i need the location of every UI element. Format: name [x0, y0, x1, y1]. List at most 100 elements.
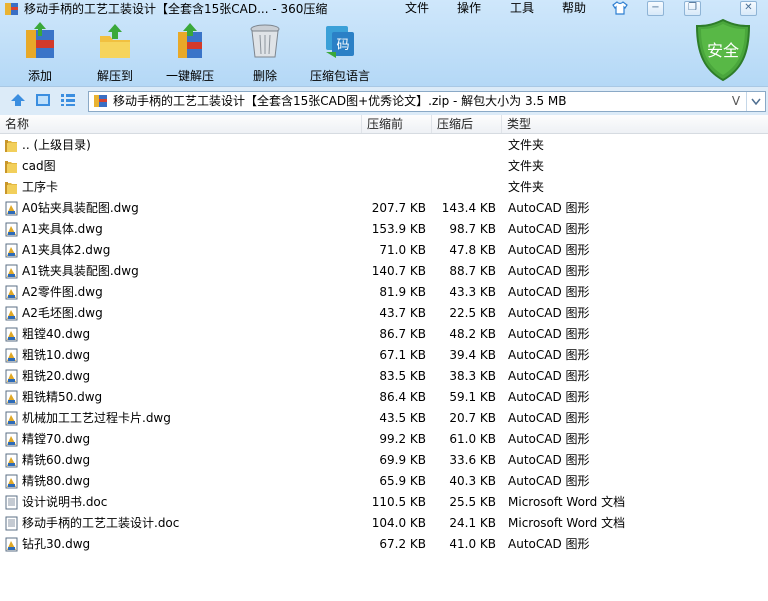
menu-operation[interactable]: 操作 [457, 0, 481, 16]
list-view-icon[interactable] [60, 93, 76, 107]
file-type: AutoCAD 图形 [508, 348, 590, 362]
file-row[interactable]: A0钻夹具装配图.dwg 207.7 KB 143.4 KB AutoCAD 图形 [0, 198, 768, 219]
up-arrow-icon[interactable] [10, 93, 26, 107]
menu-help[interactable]: 帮助 [562, 0, 586, 16]
file-list-header: 名称 压缩前 压缩后 类型 [0, 115, 768, 134]
file-row[interactable]: 钻孔30.dwg 67.2 KB 41.0 KB AutoCAD 图形 [0, 534, 768, 555]
file-name: A1夹具体.dwg [22, 222, 103, 236]
file-name: 粗铣10.dwg [22, 348, 91, 362]
file-row[interactable]: 粗镗40.dwg 86.7 KB 48.2 KB AutoCAD 图形 [0, 324, 768, 345]
file-name: .. (上级目录) [22, 138, 91, 152]
shield-label: 安全 [707, 41, 739, 60]
toolbar-extract-to-button[interactable]: 解压到 [93, 22, 137, 83]
file-type: AutoCAD 图形 [508, 369, 590, 383]
chevron-down-icon [751, 98, 761, 105]
toolbar-add-button[interactable]: 添加 [20, 22, 60, 83]
file-row[interactable]: 精铣60.dwg 69.9 KB 33.6 KB AutoCAD 图形 [0, 450, 768, 471]
file-name: 粗铣20.dwg [22, 369, 91, 383]
file-row[interactable]: 设计说明书.doc 110.5 KB 25.5 KB Microsoft Word 文… [0, 492, 768, 513]
toolbar-delete-button[interactable]: 删除 [247, 22, 283, 83]
thumbnail-view-icon[interactable] [35, 93, 51, 107]
minimize-button[interactable]: − [647, 1, 664, 16]
path-field[interactable]: 移动手柄的工艺工装设计【全套含15张CAD图+优秀论文】.zip - 解包大小为… [88, 91, 766, 112]
skin-shirt-icon[interactable] [612, 1, 628, 15]
file-row[interactable]: 移动手柄的工艺工装设计.doc 104.0 KB 24.1 KB Microsoft … [0, 513, 768, 534]
file-list: .. (上级目录) 文件夹 cad图 文件夹 工序卡 文件夹 A0钻夹具装配图.dwg 207… [0, 135, 768, 555]
file-row[interactable]: 工序卡 文件夹 [0, 177, 768, 198]
file-type: AutoCAD 图形 [508, 474, 590, 488]
file-name: 机械加工工艺过程卡片.dwg [22, 411, 171, 425]
file-compressed-size: 43.3 KB [449, 285, 496, 299]
column-header-compressed[interactable]: 压缩后 [432, 115, 502, 133]
file-row[interactable]: A2零件图.dwg 81.9 KB 43.3 KB AutoCAD 图形 [0, 282, 768, 303]
path-v-button[interactable]: V [729, 92, 743, 111]
autocad-file-icon [5, 327, 18, 342]
file-name: 精铣60.dwg [22, 453, 91, 467]
file-row[interactable]: cad图 文件夹 [0, 156, 768, 177]
path-dropdown-button[interactable] [746, 92, 765, 111]
file-type: Microsoft Word 文档 [508, 516, 626, 530]
file-size: 104.0 KB [371, 516, 426, 530]
column-header-size[interactable]: 压缩前 [362, 115, 432, 133]
file-compressed-size: 33.6 KB [449, 453, 496, 467]
file-type: AutoCAD 图形 [508, 285, 590, 299]
autocad-file-icon [5, 537, 18, 552]
file-size: 140.7 KB [371, 264, 426, 278]
file-row[interactable]: 粗铣20.dwg 83.5 KB 38.3 KB AutoCAD 图形 [0, 366, 768, 387]
security-shield-badge[interactable]: 安全 [695, 18, 751, 82]
file-size: 99.2 KB [379, 432, 426, 446]
toolbar-archive-language-button[interactable]: 码 压缩包语言 [309, 22, 371, 83]
column-header-type[interactable]: 类型 [502, 115, 768, 133]
path-text: 移动手柄的工艺工装设计【全套含15张CAD图+优秀论文】.zip - 解包大小为… [113, 94, 567, 108]
file-name: 设计说明书.doc [22, 495, 108, 509]
file-size: 43.7 KB [379, 306, 426, 320]
file-size: 207.7 KB [371, 201, 426, 215]
autocad-file-icon [5, 264, 18, 279]
file-row[interactable]: A1夹具体.dwg 153.9 KB 98.7 KB AutoCAD 图形 [0, 219, 768, 240]
title-toolbar-area: 移动手柄的工艺工装设计【全套含15张CAD... - 360压缩 文件 操作 工… [0, 0, 768, 86]
file-row[interactable]: A1夹具体2.dwg 71.0 KB 47.8 KB AutoCAD 图形 [0, 240, 768, 261]
file-name: 钻孔30.dwg [22, 537, 91, 551]
file-row[interactable]: A2毛坯图.dwg 43.7 KB 22.5 KB AutoCAD 图形 [0, 303, 768, 324]
file-row[interactable]: 精铣80.dwg 65.9 KB 40.3 KB AutoCAD 图形 [0, 471, 768, 492]
menu-file[interactable]: 文件 [405, 0, 429, 16]
extract-to-icon [100, 24, 130, 58]
autocad-file-icon [5, 369, 18, 384]
file-row[interactable]: 粗铣精50.dwg 86.4 KB 59.1 KB AutoCAD 图形 [0, 387, 768, 408]
autocad-file-icon [5, 306, 18, 321]
add-archive-icon [26, 22, 54, 58]
file-compressed-size: 98.7 KB [449, 222, 496, 236]
file-type: 文件夹 [508, 159, 545, 173]
file-type: 文件夹 [508, 138, 545, 152]
close-button[interactable]: ✕ [740, 1, 757, 16]
file-row[interactable]: 粗铣10.dwg 67.1 KB 39.4 KB AutoCAD 图形 [0, 345, 768, 366]
file-type: AutoCAD 图形 [508, 390, 590, 404]
file-type: AutoCAD 图形 [508, 327, 590, 341]
menu-tools[interactable]: 工具 [510, 0, 534, 16]
file-compressed-size: 59.1 KB [449, 390, 496, 404]
file-type: AutoCAD 图形 [508, 411, 590, 425]
file-row[interactable]: .. (上级目录) 文件夹 [0, 135, 768, 156]
file-compressed-size: 41.0 KB [449, 537, 496, 551]
autocad-file-icon [5, 474, 18, 489]
delete-trash-icon [250, 24, 280, 58]
archive-app-icon [5, 3, 18, 15]
toolbar-one-click-extract-button[interactable]: 一键解压 [166, 22, 214, 83]
file-row[interactable]: 精镗70.dwg 99.2 KB 61.0 KB AutoCAD 图形 [0, 429, 768, 450]
file-compressed-size: 61.0 KB [449, 432, 496, 446]
file-name: A1夹具体2.dwg [22, 243, 111, 257]
file-compressed-size: 38.3 KB [449, 369, 496, 383]
file-row[interactable]: 机械加工工艺过程卡片.dwg 43.5 KB 20.7 KB AutoCAD 图形 [0, 408, 768, 429]
file-name: 精铣80.dwg [22, 474, 91, 488]
restore-button[interactable]: ❐ [684, 1, 701, 16]
file-compressed-size: 24.1 KB [449, 516, 496, 530]
file-row[interactable]: A1铣夹具装配图.dwg 140.7 KB 88.7 KB AutoCAD 图形 [0, 261, 768, 282]
file-type: AutoCAD 图形 [508, 306, 590, 320]
file-compressed-size: 143.4 KB [441, 201, 496, 215]
file-compressed-size: 47.8 KB [449, 243, 496, 257]
column-header-name[interactable]: 名称 [0, 115, 362, 133]
file-size: 65.9 KB [379, 474, 426, 488]
file-size: 43.5 KB [379, 411, 426, 425]
toolbar-delete-label: 删除 [252, 69, 277, 83]
file-compressed-size: 39.4 KB [449, 348, 496, 362]
